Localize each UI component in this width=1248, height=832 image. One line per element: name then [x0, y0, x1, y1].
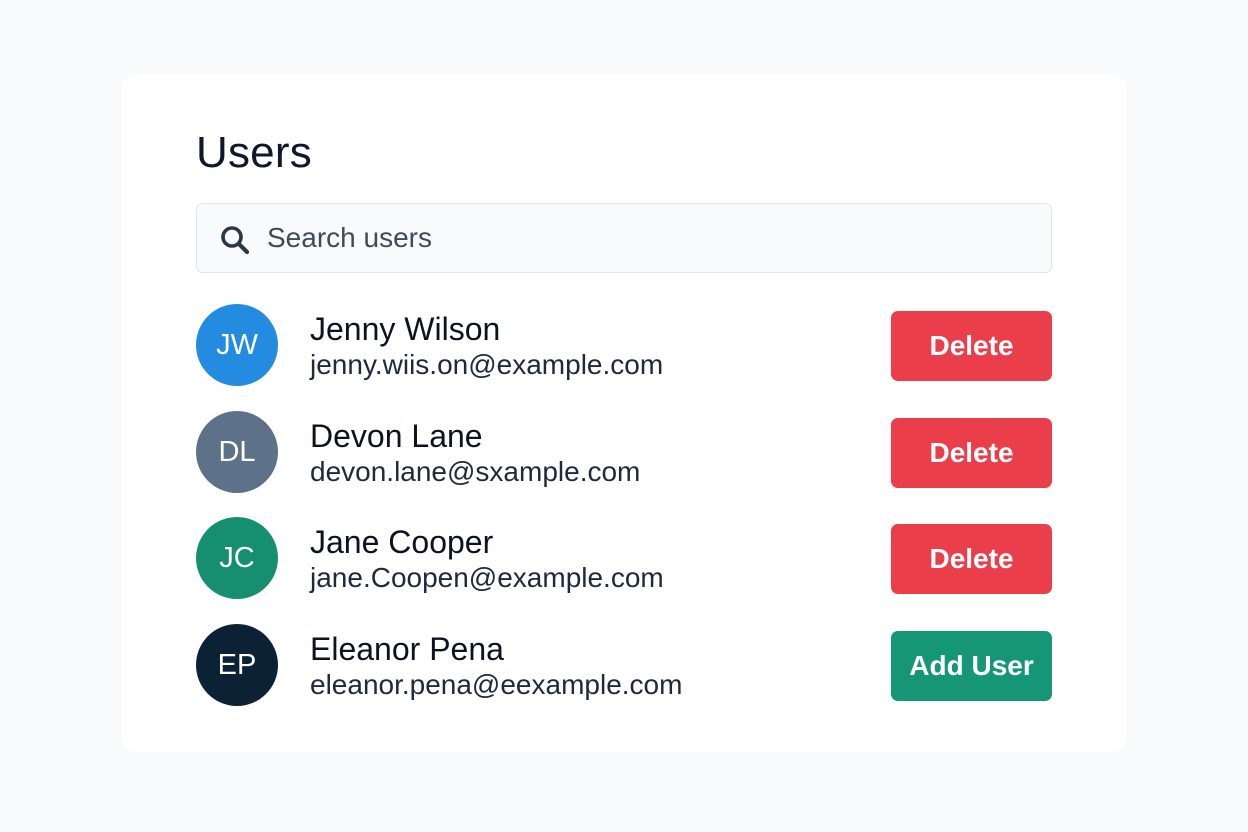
add-user-button[interactable]: Add User	[891, 631, 1052, 701]
user-row: DL Devon Lane devon.lane@sxample.com Del…	[196, 411, 1052, 493]
user-email: eleanor.pena@eexample.com	[310, 669, 683, 700]
user-email: jane.Coopen@example.com	[310, 562, 664, 593]
user-name: Jane Cooper	[310, 524, 494, 560]
user-name: Jenny Wilson	[310, 311, 501, 347]
user-row: JC Jane Cooper jane.Coopen@example.com D…	[196, 517, 1052, 599]
user-name: Eleanor Pena	[310, 631, 504, 667]
avatar: EP	[196, 624, 278, 706]
user-row: EP Eleanor Pena eleanor.pena@eexample.co…	[196, 624, 1052, 706]
avatar: DL	[196, 411, 278, 493]
users-panel: Users JW Jenny Wilson jenny.wiis.on@exam…	[121, 75, 1127, 752]
user-email: devon.lane@sxample.com	[310, 456, 641, 487]
search-input[interactable]	[267, 204, 1027, 272]
page-title: Users	[196, 128, 312, 177]
user-email: jenny.wiis.on@example.com	[310, 349, 664, 380]
user-row: JW Jenny Wilson jenny.wiis.on@example.co…	[196, 304, 1052, 386]
search-box[interactable]	[196, 203, 1052, 273]
avatar: JW	[196, 304, 278, 386]
search-icon	[221, 226, 250, 255]
user-name: Devon Lane	[310, 418, 483, 454]
delete-button[interactable]: Delete	[891, 524, 1052, 594]
delete-button[interactable]: Delete	[891, 311, 1052, 381]
avatar: JC	[196, 517, 278, 599]
delete-button[interactable]: Delete	[891, 418, 1052, 488]
